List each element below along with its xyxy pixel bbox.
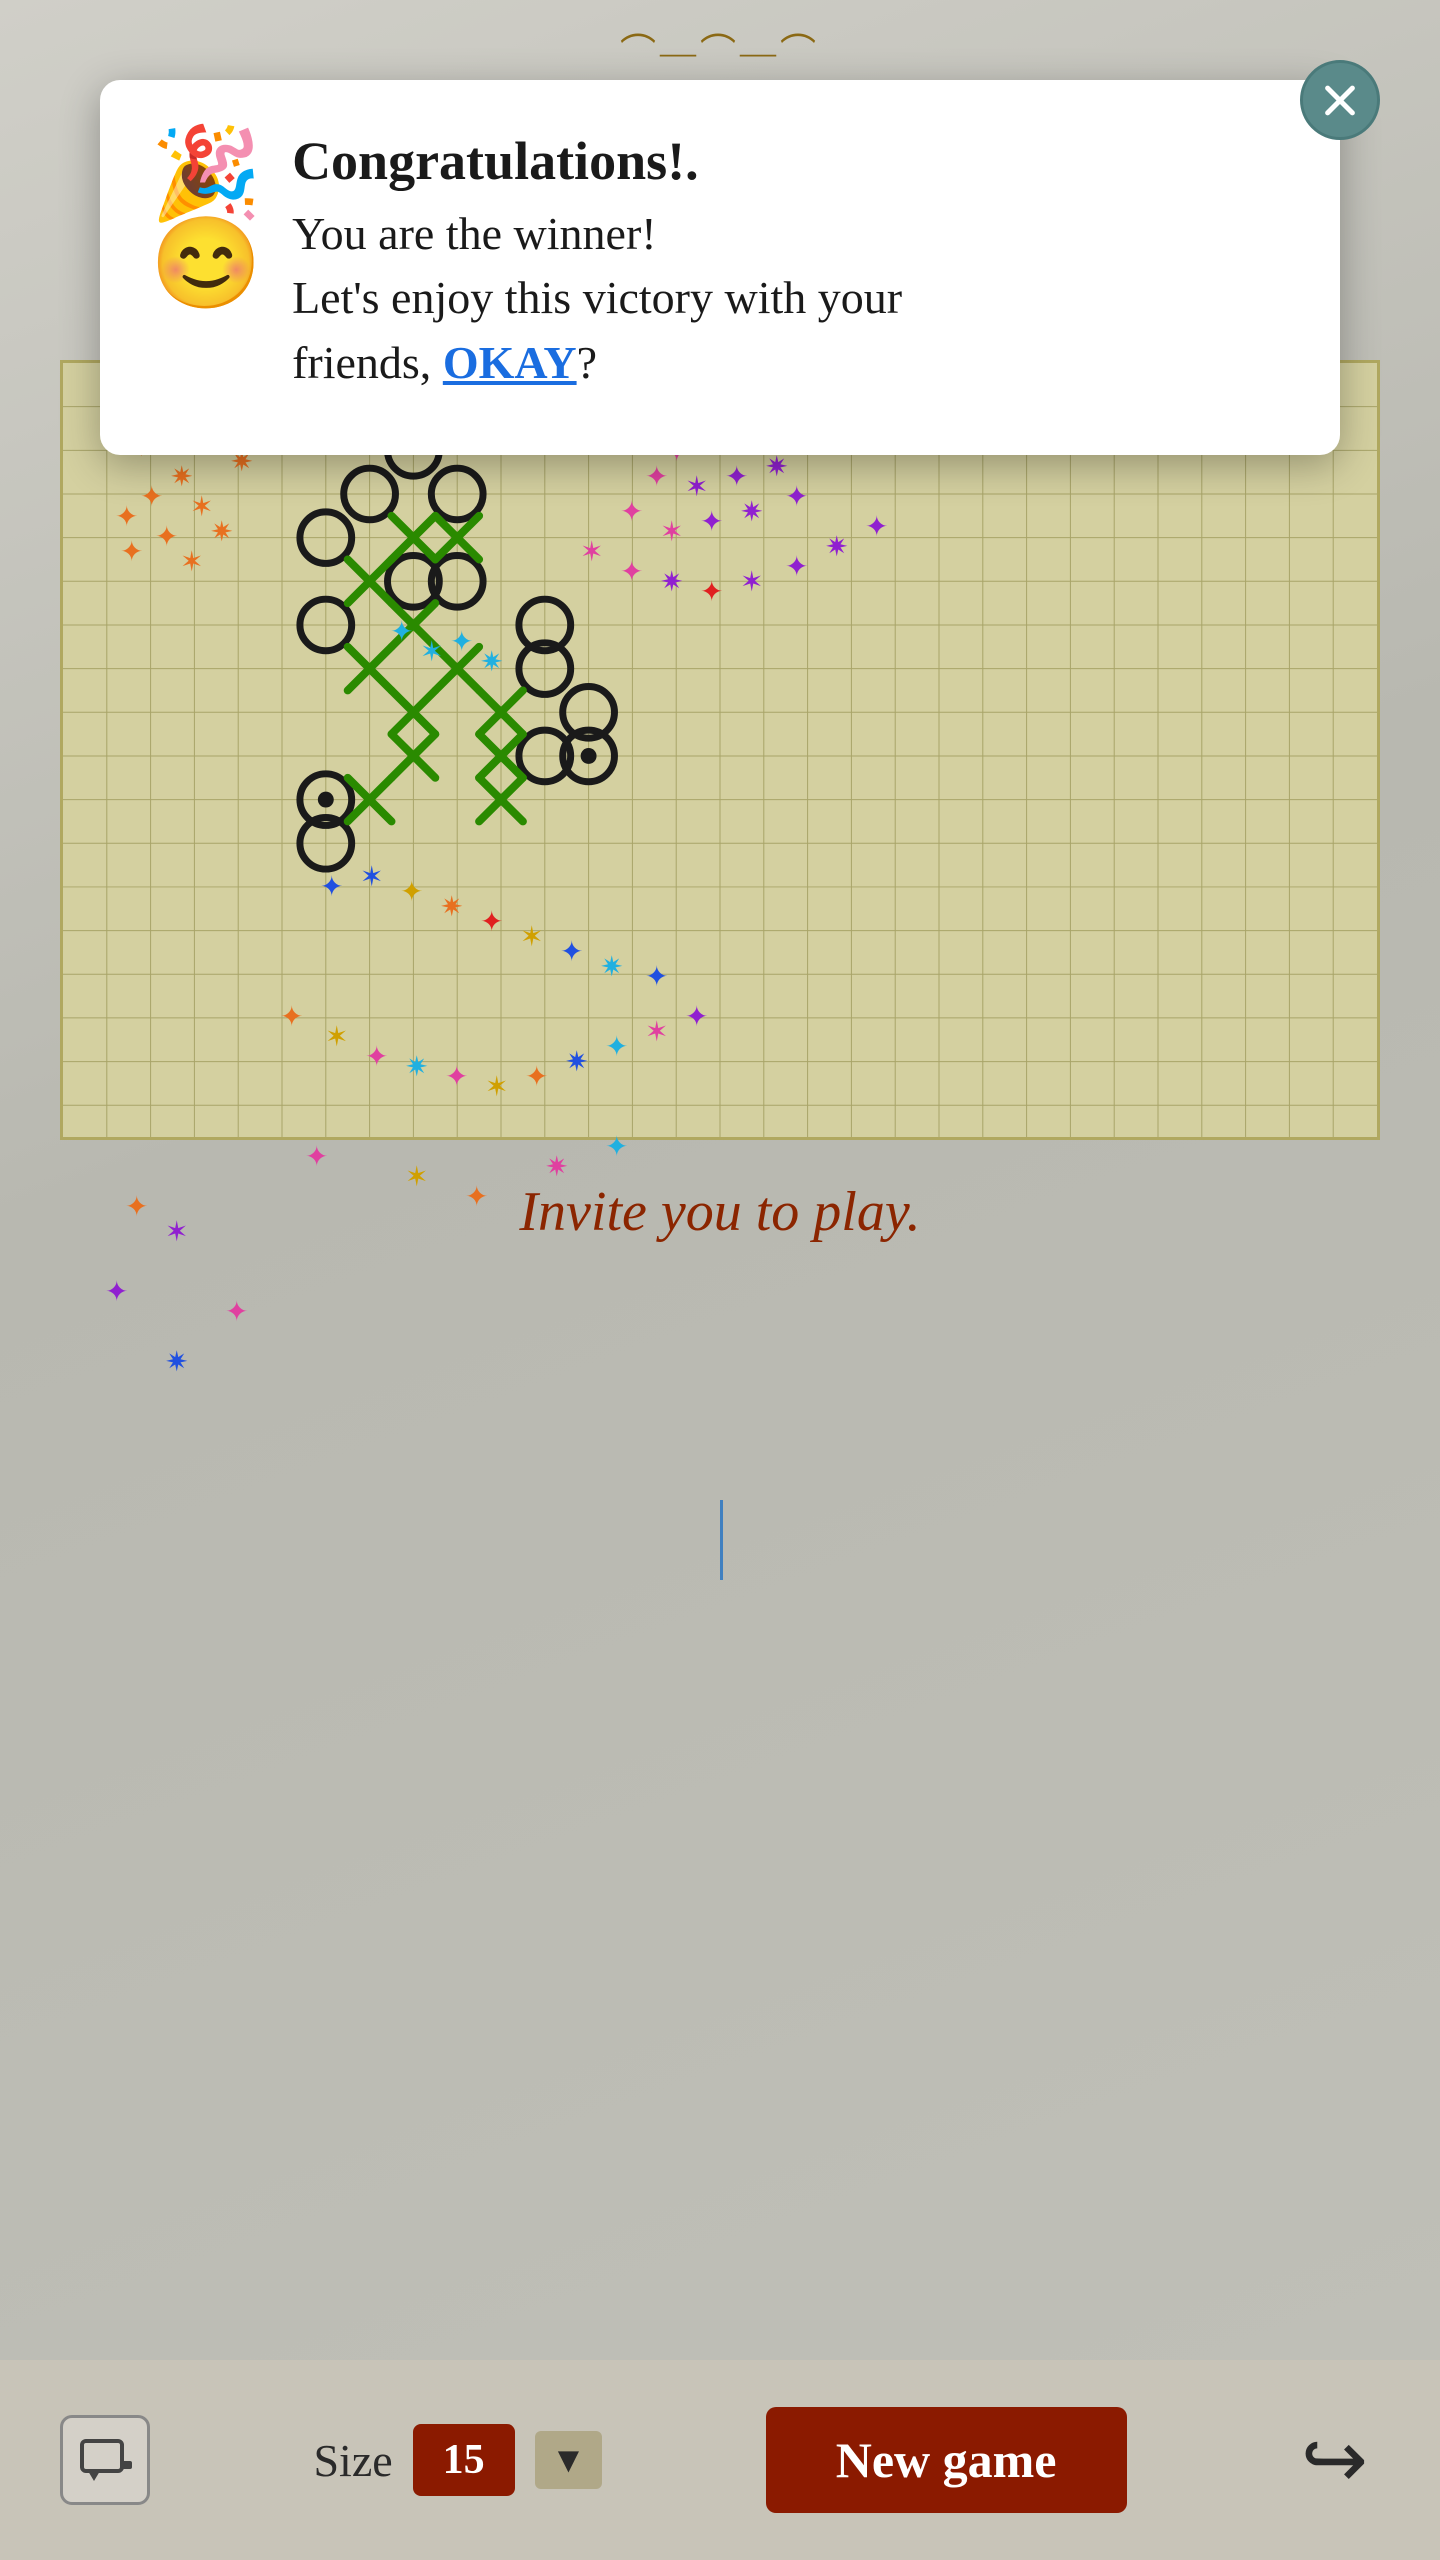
chat-button[interactable] [60,2415,150,2505]
congrats-line2: Let's enjoy this victory with your [292,272,902,323]
congrats-text: Congratulations!. You are the winner! Le… [292,130,1280,395]
close-button[interactable] [1300,60,1380,140]
size-value: 15 [413,2424,515,2496]
back-arrow-icon: ↩ [1301,2413,1368,2507]
size-dropdown[interactable]: ▼ [535,2431,603,2489]
back-button[interactable]: ↩ [1290,2415,1380,2505]
ornament-top: ⌒—⌒—⌒ [485,23,956,75]
congrats-title: Congratulations!. [292,130,1280,192]
chat-icon [78,2433,133,2488]
size-label: Size [313,2434,392,2487]
invite-label: Invite you to play. [519,1181,920,1243]
congrats-line3: friends, [292,337,431,388]
congrats-end: ? [577,337,597,388]
size-selector: Size 15 ▼ [313,2424,602,2496]
game-board[interactable] [60,360,1380,1140]
board-grid [63,363,1377,1137]
bottom-toolbar: Size 15 ▼ New game ↩ [0,2360,1440,2560]
congrats-line1: You are the winner! [292,208,657,259]
invite-text: Invite you to play. [0,1180,1440,1244]
congrats-dialog: 🎉😊 Congratulations!. You are the winner!… [100,80,1340,455]
okay-link[interactable]: OKAY [443,337,577,388]
congrats-body: You are the winner! Let's enjoy this vic… [292,202,1280,395]
congrats-emoji: 🎉😊 [150,130,262,310]
cursor-line [720,1500,723,1580]
new-game-button[interactable]: New game [766,2407,1127,2513]
